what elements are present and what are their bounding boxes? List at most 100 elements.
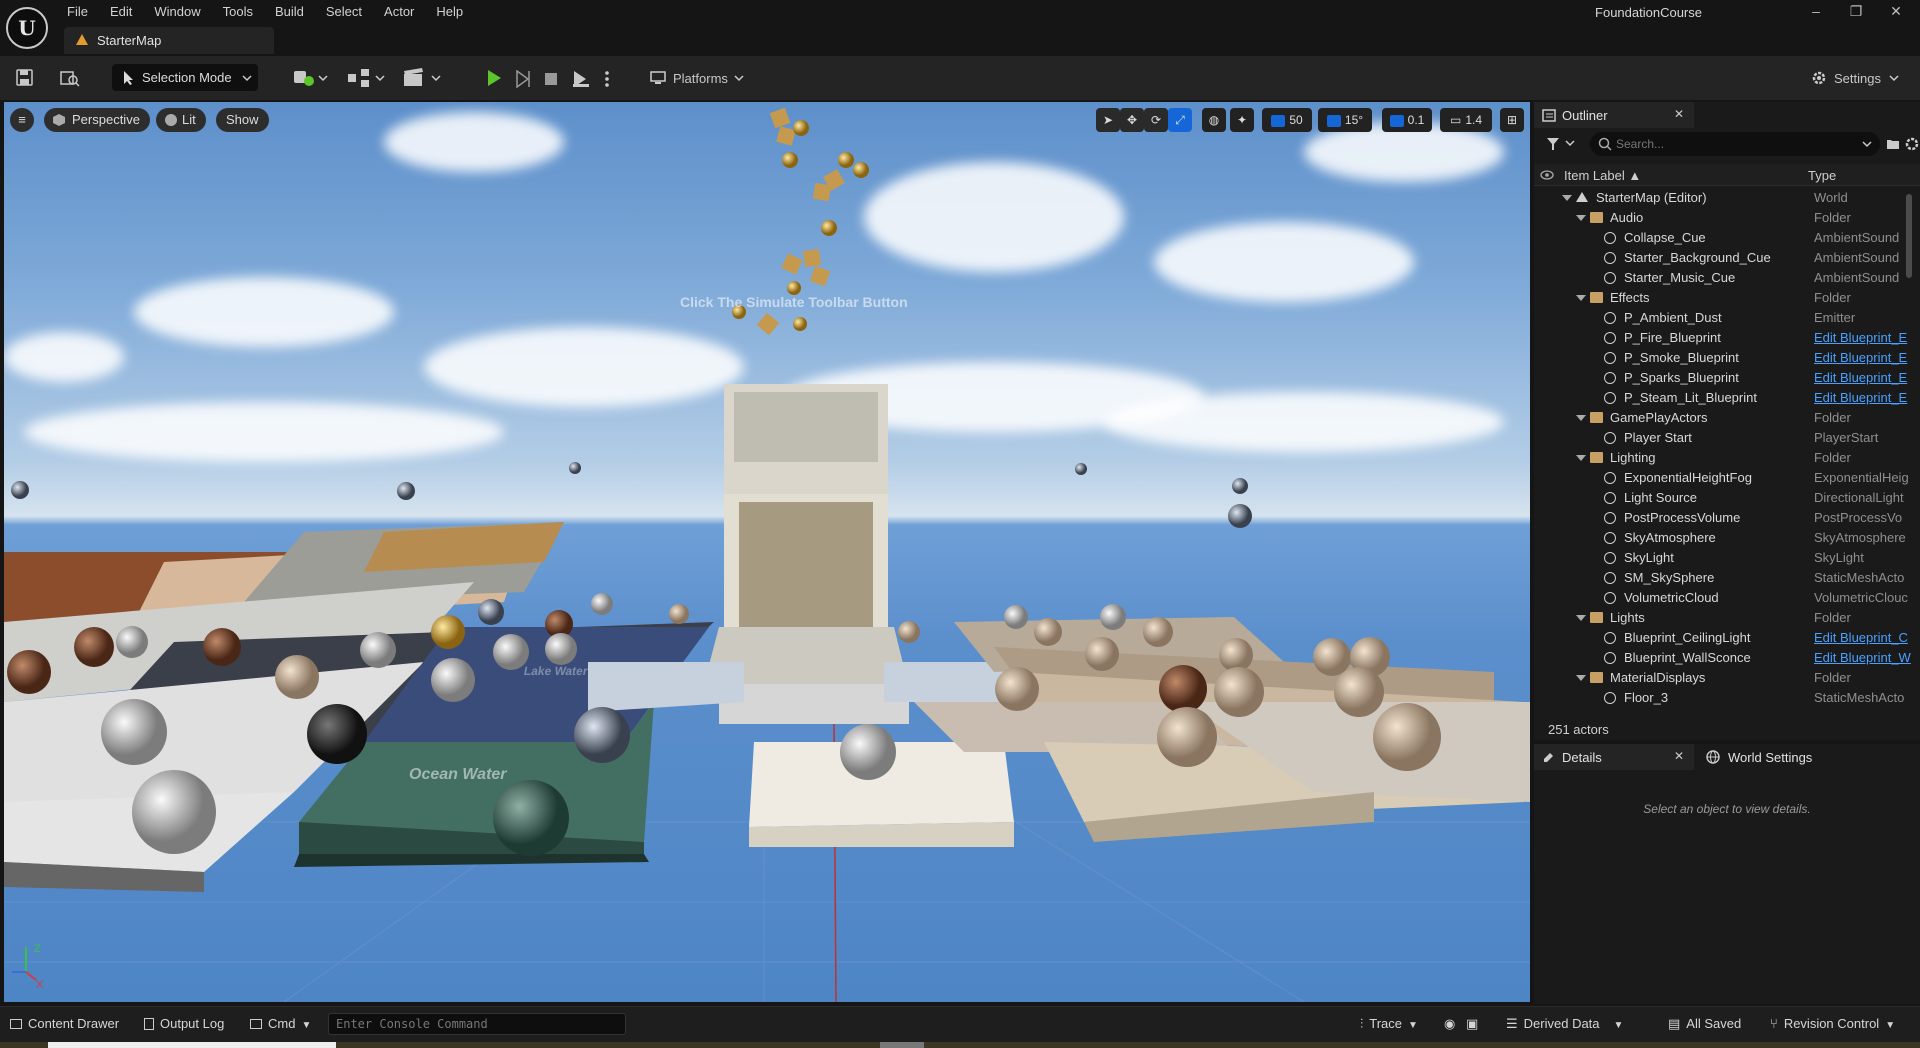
- edit-blueprint-link[interactable]: Edit Blueprint_E: [1814, 348, 1914, 368]
- type-column[interactable]: Type: [1808, 168, 1836, 183]
- lit-button[interactable]: Lit: [156, 108, 206, 132]
- outliner-row[interactable]: ExponentialHeightFog ExponentialHeig: [1534, 468, 1914, 488]
- outliner-row[interactable]: SkyAtmosphere SkyAtmosphere: [1534, 528, 1914, 548]
- add-actor-icon[interactable]: [292, 68, 328, 88]
- stop-icon[interactable]: [544, 72, 558, 86]
- select-tool-icon[interactable]: ➤: [1096, 108, 1120, 132]
- viewport-menu-button[interactable]: ≡: [10, 108, 34, 132]
- perspective-button[interactable]: Perspective: [44, 108, 150, 132]
- selection-mode-dropdown[interactable]: Selection Mode: [112, 64, 258, 91]
- menu-build[interactable]: Build: [264, 0, 315, 24]
- outliner-settings-icon[interactable]: [1904, 136, 1920, 152]
- outliner-row[interactable]: Blueprint_CeilingLight Edit Blueprint_C: [1534, 628, 1914, 648]
- save-icon[interactable]: [16, 69, 34, 87]
- expand-arrow-icon[interactable]: [1576, 215, 1586, 221]
- unreal-logo-icon[interactable]: U: [6, 7, 48, 49]
- rotation-snap-button[interactable]: 15°: [1318, 108, 1372, 132]
- eye-icon[interactable]: [1540, 170, 1554, 180]
- outliner-row[interactable]: PostProcessVolume PostProcessVo: [1534, 508, 1914, 528]
- outliner-row[interactable]: StarterMap (Editor) World: [1534, 188, 1914, 208]
- world-settings-tab[interactable]: World Settings: [1698, 744, 1878, 770]
- outliner-row[interactable]: Starter_Music_Cue AmbientSound: [1534, 268, 1914, 288]
- play-options-icon[interactable]: [604, 70, 610, 88]
- outliner-row[interactable]: Effects Folder: [1534, 288, 1914, 308]
- taskbar-item[interactable]: [48, 1042, 336, 1048]
- expand-arrow-icon[interactable]: [1576, 615, 1586, 621]
- menu-edit[interactable]: Edit: [99, 0, 143, 24]
- outliner-row[interactable]: Collapse_Cue AmbientSound: [1534, 228, 1914, 248]
- record-icon[interactable]: ◉: [1444, 1016, 1455, 1032]
- outliner-row[interactable]: P_Smoke_Blueprint Edit Blueprint_E: [1534, 348, 1914, 368]
- surface-snap-icon[interactable]: ✦: [1230, 108, 1254, 132]
- browse-content-icon[interactable]: [60, 69, 80, 87]
- restore-button[interactable]: ❐: [1836, 0, 1876, 24]
- output-log-button[interactable]: Output Log: [144, 1016, 224, 1031]
- menu-select[interactable]: Select: [315, 0, 373, 24]
- outliner-row[interactable]: P_Steam_Lit_Blueprint Edit Blueprint_E: [1534, 388, 1914, 408]
- eject-icon[interactable]: [572, 70, 590, 88]
- outliner-row[interactable]: GamePlayActors Folder: [1534, 408, 1914, 428]
- outliner-row[interactable]: Lighting Folder: [1534, 448, 1914, 468]
- outliner-row[interactable]: Lights Folder: [1534, 608, 1914, 628]
- outliner-row[interactable]: P_Sparks_Blueprint Edit Blueprint_E: [1534, 368, 1914, 388]
- close-icon[interactable]: ✕: [1674, 107, 1684, 121]
- platforms-dropdown[interactable]: Platforms: [650, 64, 744, 92]
- rotate-tool-icon[interactable]: ⟳: [1144, 108, 1168, 132]
- blueprints-icon[interactable]: [346, 68, 386, 88]
- outliner-row[interactable]: SM_SkySphere StaticMeshActo: [1534, 568, 1914, 588]
- close-button[interactable]: ✕: [1876, 0, 1916, 24]
- derived-data-dropdown[interactable]: ☰ Derived Data ▼: [1506, 1016, 1623, 1032]
- add-folder-icon[interactable]: [1886, 137, 1900, 151]
- outliner-row[interactable]: SkyLight SkyLight: [1534, 548, 1914, 568]
- menu-actor[interactable]: Actor: [373, 0, 425, 24]
- play-button[interactable]: [488, 64, 501, 92]
- minimize-button[interactable]: –: [1796, 0, 1836, 24]
- outliner-row[interactable]: Floor_3 StaticMeshActo: [1534, 688, 1914, 708]
- item-label-column[interactable]: Item Label ▲: [1564, 168, 1641, 183]
- filter-icon[interactable]: [1546, 136, 1578, 152]
- outliner-tab[interactable]: Outliner ✕: [1534, 102, 1694, 128]
- outliner-row[interactable]: P_Fire_Blueprint Edit Blueprint_E: [1534, 328, 1914, 348]
- all-saved-indicator[interactable]: ▤ All Saved: [1668, 1016, 1741, 1032]
- content-drawer-button[interactable]: Content Drawer: [10, 1016, 119, 1031]
- outliner-scrollbar[interactable]: [1906, 194, 1912, 278]
- outliner-row[interactable]: Starter_Background_Cue AmbientSound: [1534, 248, 1914, 268]
- close-icon[interactable]: ✕: [1674, 749, 1684, 763]
- details-tab[interactable]: Details ✕: [1534, 744, 1694, 770]
- show-button[interactable]: Show: [216, 108, 269, 132]
- settings-dropdown[interactable]: Settings: [1810, 64, 1899, 92]
- menu-file[interactable]: File: [56, 0, 99, 24]
- outliner-row[interactable]: P_Ambient_Dust Emitter: [1534, 308, 1914, 328]
- cinematics-icon[interactable]: [402, 68, 442, 88]
- expand-arrow-icon[interactable]: [1562, 195, 1572, 201]
- advance-frame-icon[interactable]: [514, 70, 532, 88]
- revision-control-dropdown[interactable]: ⑂ Revision Control ▼: [1770, 1016, 1895, 1031]
- expand-arrow-icon[interactable]: [1576, 675, 1586, 681]
- level-viewport[interactable]: Z X Click The Simulate Toolbar Button La…: [4, 102, 1530, 1002]
- viewport-layout-icon[interactable]: ⊞: [1500, 108, 1524, 132]
- outliner-row[interactable]: Player Start PlayerStart: [1534, 428, 1914, 448]
- menu-tools[interactable]: Tools: [212, 0, 264, 24]
- outliner-row[interactable]: Audio Folder: [1534, 208, 1914, 228]
- camera-speed-button[interactable]: ▭ 1.4: [1440, 108, 1492, 132]
- outliner-search-input[interactable]: Search...: [1590, 132, 1880, 156]
- world-space-icon[interactable]: ◍: [1202, 108, 1226, 132]
- menu-help[interactable]: Help: [425, 0, 474, 24]
- scale-tool-icon[interactable]: ⤢: [1168, 108, 1192, 132]
- level-tab[interactable]: StarterMap: [64, 27, 274, 54]
- edit-blueprint-link[interactable]: Edit Blueprint_C: [1814, 628, 1914, 648]
- console-command-input[interactable]: Enter Console Command: [328, 1013, 626, 1035]
- outliner-row[interactable]: Blueprint_WallSconce Edit Blueprint_W: [1534, 648, 1914, 668]
- edit-blueprint-link[interactable]: Edit Blueprint_W: [1814, 648, 1914, 668]
- cmd-dropdown[interactable]: Cmd ▼: [250, 1016, 311, 1031]
- menu-window[interactable]: Window: [143, 0, 211, 24]
- expand-arrow-icon[interactable]: [1576, 455, 1586, 461]
- trace-dropdown[interactable]: ⫶ Trace ▼: [1360, 1016, 1418, 1032]
- edit-blueprint-link[interactable]: Edit Blueprint_E: [1814, 388, 1914, 408]
- edit-blueprint-link[interactable]: Edit Blueprint_E: [1814, 368, 1914, 388]
- edit-blueprint-link[interactable]: Edit Blueprint_E: [1814, 328, 1914, 348]
- grid-snap-button[interactable]: 50: [1262, 108, 1312, 132]
- translate-tool-icon[interactable]: ✥: [1120, 108, 1144, 132]
- expand-arrow-icon[interactable]: [1576, 415, 1586, 421]
- outliner-row[interactable]: MaterialDisplays Folder: [1534, 668, 1914, 688]
